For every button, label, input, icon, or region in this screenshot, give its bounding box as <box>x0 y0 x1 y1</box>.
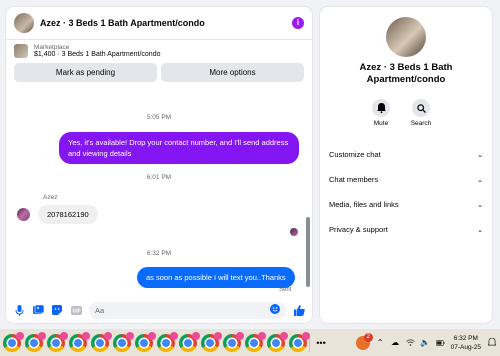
bell-icon[interactable] <box>372 99 390 117</box>
volume-icon[interactable]: 🔈 <box>420 338 430 347</box>
chevron-down-icon: ⌄ <box>477 226 483 234</box>
search-label: Search <box>410 120 432 127</box>
chat-panel: Azez · 3 Beds 1 Bath Apartment/condo i M… <box>6 7 312 323</box>
photo-icon[interactable] <box>32 304 44 316</box>
composer: GIF Aa <box>6 297 312 323</box>
more-options-button[interactable]: More options <box>161 63 304 82</box>
search-action[interactable]: Search <box>406 99 436 127</box>
listing-avatar[interactable] <box>386 17 426 57</box>
profile-dot <box>104 331 112 340</box>
customize-chat-item[interactable]: Customize chat ⌄ <box>320 142 492 167</box>
sender-avatar[interactable] <box>17 208 30 221</box>
chevron-down-icon: ⌄ <box>477 176 483 184</box>
svg-text:GIF: GIF <box>72 308 80 314</box>
privacy-support-item[interactable]: Privacy & support ⌄ <box>320 217 492 242</box>
sender-name: Azez <box>43 194 58 201</box>
section-label: Media, files and links <box>329 200 399 209</box>
chat-members-item[interactable]: Chat members ⌄ <box>320 167 492 192</box>
search-icon[interactable] <box>412 99 430 117</box>
section-label: Privacy & support <box>329 225 388 234</box>
timestamp: 6:32 PM <box>146 250 172 257</box>
info-icon[interactable]: i <box>292 17 304 29</box>
seen-avatar <box>290 228 298 236</box>
battery-icon[interactable] <box>435 338 445 347</box>
chevron-down-icon: ⌄ <box>477 201 483 209</box>
outgoing-message[interactable]: Yes, it's available! Drop your contact n… <box>59 132 299 164</box>
clock-time: 6:32 PM <box>453 334 478 342</box>
timestamp: 5:05 PM <box>146 114 172 121</box>
profile-dot <box>170 331 178 340</box>
mute-action[interactable]: Mute <box>366 99 396 127</box>
profile-dot <box>302 331 310 340</box>
more-apps-icon[interactable]: ••• <box>312 338 330 348</box>
clock[interactable]: 6:32 PM 07-Aug-25 <box>451 334 481 352</box>
profile-dot <box>258 331 266 340</box>
outgoing-message[interactable]: as soon as possible I will text you..Tha… <box>137 267 295 288</box>
chrome-app-icon[interactable] <box>69 331 90 352</box>
chrome-app-icon[interactable] <box>223 331 244 352</box>
clock-date: 07-Aug-25 <box>450 343 481 351</box>
message-status: Sent <box>279 287 292 293</box>
contact-avatar[interactable] <box>14 13 34 33</box>
cloud-icon[interactable]: ☁ <box>391 338 400 347</box>
chrome-app-icon[interactable] <box>289 331 310 352</box>
settings-list: Customize chat ⌄ Chat members ⌄ Media, f… <box>320 142 492 242</box>
profile-dot <box>38 331 46 340</box>
chrome-app-icon[interactable] <box>113 331 134 352</box>
wifi-icon[interactable] <box>405 338 415 347</box>
system-tray: 2 ⌃ ☁ 🔈 6:32 PM 07-Aug-25 <box>355 329 496 356</box>
chrome-app-icon[interactable] <box>179 331 200 352</box>
marketplace-card: Marketplace $1,400 · 3 Beds 1 Bath Apart… <box>6 40 312 82</box>
profile-dot <box>60 331 68 340</box>
emoji-icon[interactable] <box>270 304 280 316</box>
profile-dot <box>148 331 156 340</box>
chevron-up-icon[interactable]: ⌃ <box>376 338 385 347</box>
listing-thumbnail[interactable] <box>14 44 28 58</box>
message-list: 5:05 PM Yes, it's available! Drop your c… <box>6 102 312 298</box>
chrome-app-icon[interactable] <box>91 331 112 352</box>
message-input[interactable]: Aa <box>89 301 286 319</box>
chrome-app-icon[interactable] <box>47 331 68 352</box>
chrome-app-icon[interactable] <box>3 331 24 352</box>
chrome-app-icon[interactable] <box>135 331 156 352</box>
taskbar-apps <box>0 331 310 352</box>
chat-title[interactable]: Azez · 3 Beds 1 Bath Apartment/condo <box>40 18 292 28</box>
message-input-placeholder: Aa <box>95 305 105 315</box>
gif-icon[interactable]: GIF <box>70 304 82 316</box>
section-label: Chat members <box>329 175 379 184</box>
chrome-app-icon[interactable] <box>267 331 288 352</box>
chat-scrollbar[interactable] <box>306 217 310 287</box>
marketplace-label: Marketplace <box>34 44 70 51</box>
mute-label: Mute <box>373 120 389 127</box>
chat-header: Azez · 3 Beds 1 Bath Apartment/condo i <box>6 7 312 40</box>
profile-dot <box>192 331 200 340</box>
chat-info-panel: Azez · 3 Beds 1 Bath Apartment/condo Mut… <box>320 7 492 323</box>
media-files-links-item[interactable]: Media, files and links ⌄ <box>320 192 492 217</box>
listing-title[interactable]: $1,400 · 3 Beds 1 Bath Apartment/condo <box>34 51 160 58</box>
mark-as-pending-button[interactable]: Mark as pending <box>14 63 157 82</box>
sticker-icon[interactable] <box>51 304 63 316</box>
thumbs-up-icon[interactable] <box>293 304 305 316</box>
taskbar: ••• 2 ⌃ ☁ 🔈 6:32 PM 07-Aug-25 <box>0 329 500 356</box>
incoming-message[interactable]: 2078162190 <box>38 205 98 224</box>
notification-bell-icon[interactable] <box>487 338 496 347</box>
profile-dot <box>236 331 244 340</box>
profile-dot <box>214 331 222 340</box>
profile-dot <box>280 331 288 340</box>
chrome-app-icon[interactable] <box>245 331 266 352</box>
chrome-app-icon[interactable] <box>157 331 178 352</box>
chrome-app-icon[interactable] <box>25 331 46 352</box>
info-title: Azez · 3 Beds 1 Bath Apartment/condo <box>359 62 453 85</box>
profile-dot <box>16 331 24 340</box>
microphone-icon[interactable] <box>13 304 25 316</box>
timestamp: 6:01 PM <box>146 174 172 181</box>
profile-dot <box>126 331 134 340</box>
profile-dot <box>82 331 90 340</box>
notification-badge: 2 <box>363 332 373 342</box>
section-label: Customize chat <box>329 150 381 159</box>
chevron-down-icon: ⌄ <box>477 151 483 159</box>
chrome-app-icon[interactable] <box>201 331 222 352</box>
notification-app-icon[interactable]: 2 <box>355 332 373 350</box>
